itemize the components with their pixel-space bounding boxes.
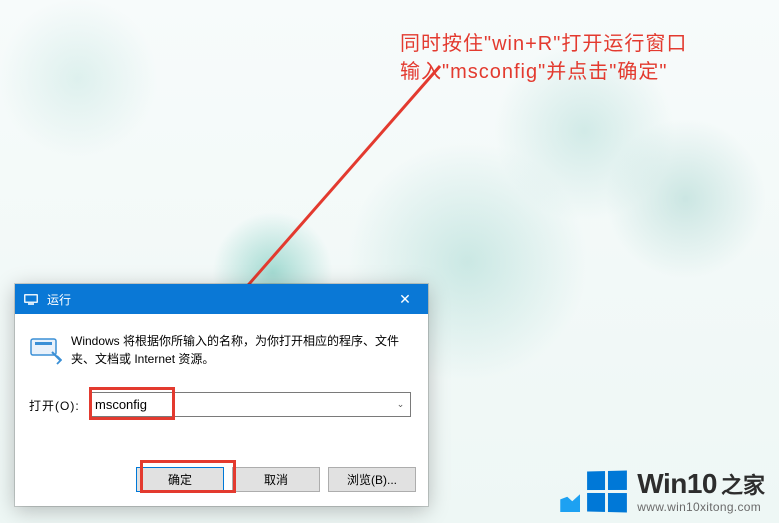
run-dialog: 运行 ✕ Windows 将根据你所输入的名称，为你打开相应的程序、文件夹、文档… [15,284,428,506]
watermark-badge-icon [560,494,580,512]
run-title-icon [23,291,39,307]
watermark: Win10 之家 www.win10xitong.com [586,470,765,513]
dialog-title: 运行 [47,291,382,308]
close-button[interactable]: ✕ [382,284,428,314]
windows-logo-icon [587,470,627,512]
cancel-button[interactable]: 取消 [232,467,320,492]
chevron-down-icon[interactable]: ⌄ [391,393,410,416]
open-input[interactable] [89,392,411,417]
button-row: 确定 取消 浏览(B)... [15,467,416,492]
annotation-line-1: 同时按住"win+R"打开运行窗口 [400,30,687,58]
open-label: 打开(O): [29,397,80,414]
annotation-line-2: 输入"msconfig"并点击"确定" [400,58,687,86]
close-icon: ✕ [399,291,411,308]
run-body-icon [29,332,62,365]
watermark-url: www.win10xitong.com [637,501,765,513]
ok-button[interactable]: 确定 [136,467,224,492]
open-combobox[interactable]: ⌄ [89,392,411,417]
browse-button[interactable]: 浏览(B)... [328,467,416,492]
watermark-text: Win10 之家 www.win10xitong.com [637,470,765,513]
annotation-text: 同时按住"win+R"打开运行窗口 输入"msconfig"并点击"确定" [400,30,687,86]
titlebar: 运行 ✕ [15,284,428,314]
dialog-description: Windows 将根据你所输入的名称，为你打开相应的程序、文件夹、文档或 Int… [71,332,410,368]
watermark-brand-cn: 之家 [721,475,765,497]
watermark-brand-en: Win10 [637,470,717,498]
